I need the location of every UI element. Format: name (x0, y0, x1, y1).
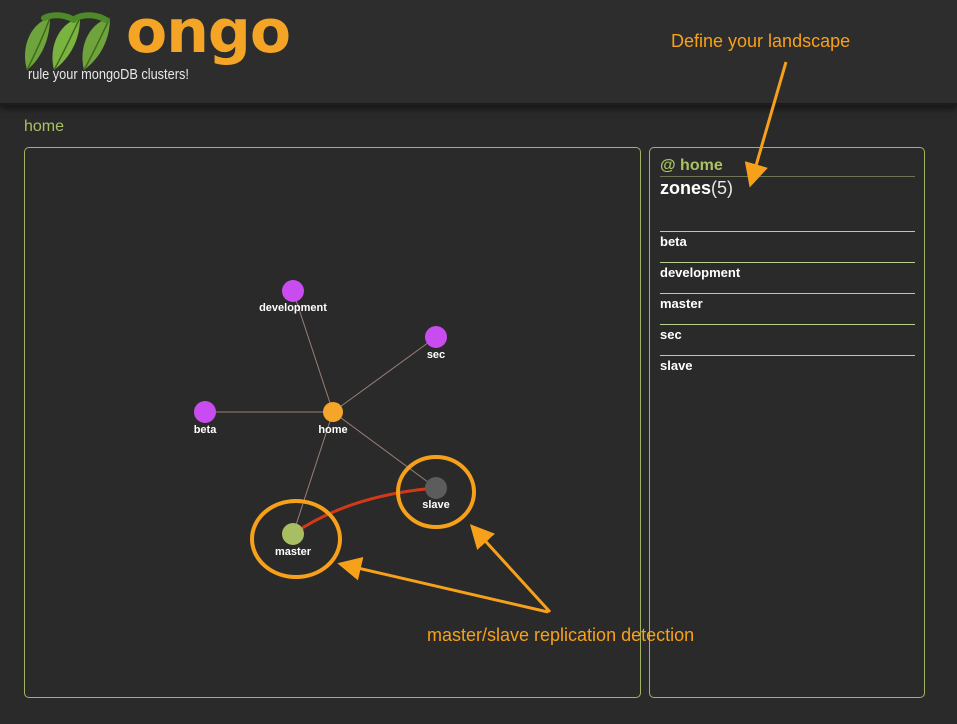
edge-home-sec (332, 336, 437, 413)
zone-node-home[interactable] (323, 402, 343, 422)
annotation-arrow-landscape (744, 61, 788, 188)
node-label-sec: sec (427, 349, 445, 361)
node-label-master: master (275, 546, 312, 558)
node-label-home: home (318, 424, 347, 436)
annotation-arrow-master (337, 557, 549, 614)
zone-node-development[interactable] (282, 280, 304, 302)
node-label-slave: slave (422, 499, 450, 511)
replication-edge (292, 486, 437, 536)
node-label-beta: beta (194, 424, 218, 436)
graph-overlay: development sec beta home slave master m… (194, 61, 788, 645)
zone-node-beta[interactable] (194, 401, 216, 423)
annotation-arrow-slave (469, 524, 552, 614)
zone-node-master[interactable] (282, 523, 304, 545)
annotation-replication-detection: master/slave replication detection (427, 625, 694, 645)
zone-node-slave[interactable] (425, 477, 447, 499)
edge-home-slave (332, 411, 437, 489)
node-label-development: development (259, 302, 327, 314)
zone-node-sec[interactable] (425, 326, 447, 348)
